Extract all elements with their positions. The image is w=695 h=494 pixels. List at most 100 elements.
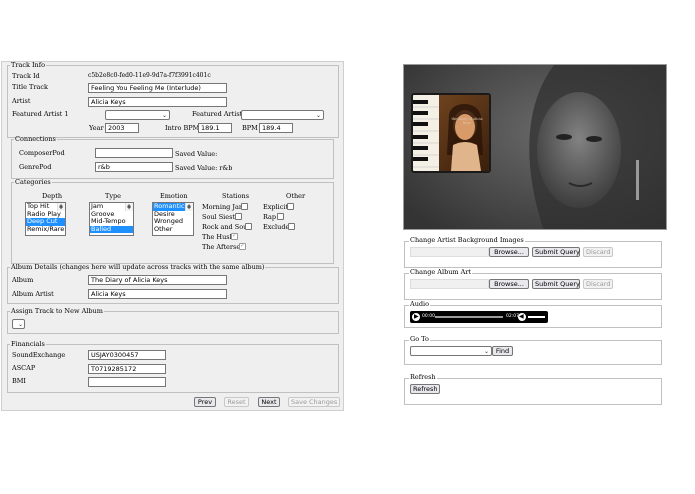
soundexchange-input[interactable]: USJAY0300457: [88, 350, 166, 360]
assign-album-select[interactable]: ⌄: [12, 319, 25, 329]
album-artist-input[interactable]: Alicia Keys: [88, 289, 227, 299]
ascap-label: ASCAP: [12, 364, 36, 372]
album-artist-label: Album Artist: [12, 290, 54, 298]
list-item[interactable]: Other: [153, 225, 193, 234]
composer-saved-value: Saved Value:: [175, 150, 218, 158]
reset-button[interactable]: Reset: [224, 397, 249, 407]
genre-label: GenrePod: [19, 163, 52, 171]
track-id-label: Track Id: [12, 72, 40, 80]
composer-label: ComposerPod: [19, 149, 65, 157]
audio-seek-bar[interactable]: [435, 316, 503, 318]
browse-album-art-button[interactable]: Browse...: [489, 279, 529, 289]
audio-current-time: 00:00: [422, 314, 435, 319]
album-input[interactable]: The Diary of Alicia Keys: [88, 275, 227, 285]
list-item[interactable]: Remix/Rare: [26, 225, 65, 234]
station-morning-jam-checkbox[interactable]: [241, 203, 248, 210]
save-changes-button[interactable]: Save Changes: [288, 397, 340, 407]
station-rock-and-soul-checkbox[interactable]: [245, 223, 252, 230]
discard-album-art-button[interactable]: Discard: [583, 279, 613, 289]
track-id-value: c5b2e8c0-fed0-11e9-9d7a-f7f3991c401c: [88, 72, 211, 79]
album-art-caption: the diary of alicia keys: [451, 117, 483, 125]
scrollbar[interactable]: ▲ ▼: [57, 203, 65, 211]
intro-bpm-label: Intro BPM: [165, 124, 200, 132]
type-listbox[interactable]: Jam Groove Mid-Tempo Balled ▲ ▼: [89, 202, 134, 236]
title-input[interactable]: Feeling You Feeling Me (Interlude): [88, 83, 227, 93]
prev-button[interactable]: Prev: [194, 397, 216, 407]
bpm-label: BPM: [242, 124, 258, 132]
rap-checkbox[interactable]: [277, 213, 284, 220]
station-rock-and-soul-label: Rock and Soul: [202, 223, 250, 231]
exclude-checkbox[interactable]: [288, 223, 295, 230]
volume-button[interactable]: ◀: [518, 313, 526, 321]
next-button[interactable]: Next: [258, 397, 280, 407]
scrollbar[interactable]: ▲ ▼: [125, 203, 133, 211]
chevron-down-icon: ⌄: [483, 348, 489, 355]
change-album-art-legend: Change Album Art: [409, 268, 473, 276]
ascap-input[interactable]: T0719285172: [88, 364, 166, 374]
intro-bpm-input[interactable]: 189.1: [198, 123, 232, 133]
year-input[interactable]: 2003: [105, 123, 139, 133]
album-art: the diary of alicia keys: [411, 93, 491, 173]
featured-artist-1-select[interactable]: ⌄: [105, 110, 170, 120]
artist-label: Artist: [12, 97, 31, 105]
rap-label: Rap: [263, 213, 277, 221]
exclude-label: Exclude: [263, 223, 290, 231]
featured-artist-1-label: Featured Artist 1: [12, 110, 69, 118]
change-background-legend: Change Artist Background Images: [409, 236, 525, 244]
play-button[interactable]: ▶: [412, 313, 420, 321]
artist-input[interactable]: Alicia Keys: [88, 97, 227, 107]
bmi-input[interactable]: [88, 377, 166, 387]
list-item-selected[interactable]: Balled: [90, 225, 133, 234]
background-file-path: [410, 247, 489, 257]
play-icon: ▶: [414, 313, 419, 320]
assign-album-section: Assign Track to New Album: [7, 308, 339, 334]
volume-slider[interactable]: [528, 316, 545, 318]
bpm-input[interactable]: 189.4: [259, 123, 293, 133]
goto-select[interactable]: ⌄: [410, 346, 492, 356]
find-button[interactable]: Find: [492, 346, 513, 356]
station-soul-siesta-label: Soul Siesta: [202, 213, 239, 221]
station-soul-siesta-checkbox[interactable]: [235, 213, 242, 220]
station-the-afterset-checkbox[interactable]: [239, 242, 246, 250]
emotion-listbox[interactable]: Romantic Desire Wronged Other ▲ ▼: [152, 202, 194, 236]
station-the-hush-checkbox[interactable]: [231, 232, 238, 240]
featured-artist-2-select[interactable]: ⌄: [241, 110, 324, 120]
album-cover-image: [413, 95, 489, 171]
station-the-afterset-label: The Afterset: [202, 243, 243, 251]
emotion-label: Emotion: [160, 192, 188, 200]
chevron-down-icon: ▼: [187, 204, 191, 211]
explicit-label: Explicit: [263, 203, 289, 211]
depth-listbox[interactable]: Top Hit Radio Play Deep Cut Remix/Rare ▲…: [25, 202, 66, 236]
scrollbar[interactable]: ▲ ▼: [185, 203, 193, 211]
connections-legend: Connections: [15, 135, 56, 143]
chevron-down-icon: ⌄: [17, 321, 23, 328]
refresh-legend: Refresh: [409, 373, 437, 381]
submit-album-art-button[interactable]: Submit Query: [532, 279, 580, 289]
browse-background-button[interactable]: Browse...: [489, 247, 529, 257]
goto-legend: Go To: [409, 335, 430, 343]
explicit-checkbox[interactable]: [287, 203, 294, 210]
refresh-button[interactable]: Refresh: [410, 384, 440, 394]
bmi-label: BMI: [12, 377, 26, 385]
other-label: Other: [286, 192, 306, 200]
stations-label: Stations: [222, 192, 250, 200]
categories-legend: Categories: [15, 178, 51, 186]
refresh-section: [404, 378, 662, 405]
soundexchange-label: SoundExchange: [12, 351, 66, 359]
genre-input[interactable]: r&b: [95, 162, 173, 172]
audio-player[interactable]: ▶ 00:00 02:07 ◀: [410, 311, 548, 323]
track-editor-panel: Track Info Track Id c5b2e8c0-fed0-11e9-9…: [1, 61, 344, 411]
chevron-down-icon: ▼: [127, 204, 131, 211]
genre-saved-value: Saved Value: r&b: [175, 164, 233, 172]
financials-section: Financials: [7, 341, 339, 393]
discard-background-button[interactable]: Discard: [583, 247, 613, 257]
chevron-down-icon: ▼: [59, 204, 63, 211]
submit-background-button[interactable]: Submit Query: [532, 247, 580, 257]
composer-input[interactable]: [95, 148, 173, 158]
financials-legend: Financials: [11, 340, 45, 348]
title-label: Title Track: [12, 83, 48, 91]
audio-legend: Audio: [409, 300, 431, 308]
chevron-down-icon: ⌄: [161, 112, 167, 119]
track-info-legend: Track Info: [11, 61, 46, 69]
year-label: Year: [89, 124, 104, 132]
